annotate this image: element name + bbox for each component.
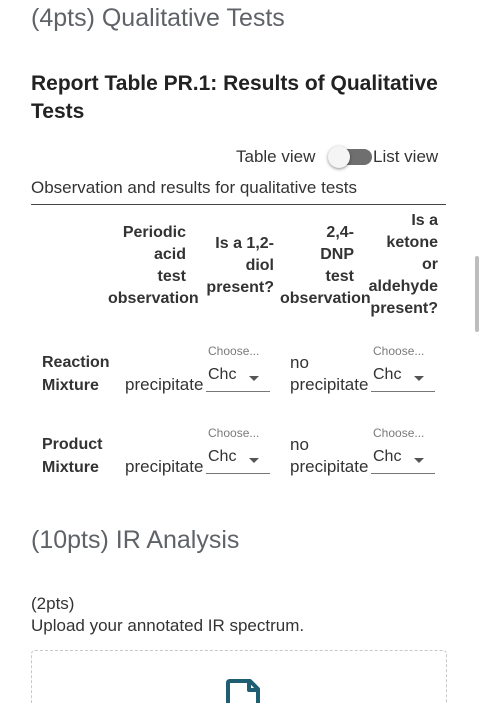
view-toggle-switch[interactable] <box>328 145 372 169</box>
header-text: test <box>325 268 354 285</box>
file-upload-icon <box>224 679 264 703</box>
select-label: Choose... <box>373 426 425 440</box>
row-header-product-mixture: Product Mixture <box>42 433 102 479</box>
cell-text: no <box>290 353 309 372</box>
caption-divider <box>31 204 446 205</box>
header-text: aldehyde <box>368 278 438 295</box>
reaction-dnp-observation: no precipitate <box>290 352 368 396</box>
row-header-text: Product <box>42 436 103 453</box>
select-label: Choose... <box>373 344 425 358</box>
chevron-down-icon <box>249 458 259 463</box>
header-text: observation <box>108 290 199 307</box>
product-dnp-observation: no precipitate <box>290 434 368 478</box>
select-value: Chc <box>208 366 237 383</box>
header-text: acid <box>153 246 186 263</box>
row-header-text: Mixture <box>42 377 99 394</box>
header-periodic-acid-test: Periodic acid test observation <box>108 222 199 310</box>
chevron-down-icon <box>414 458 424 463</box>
header-text: observation <box>280 290 371 307</box>
header-text: Is a <box>411 212 438 229</box>
chevron-down-icon <box>249 376 259 381</box>
header-ketone-aldehyde-present: Is a ketone or aldehyde present? <box>360 210 438 320</box>
header-text: ketone <box>386 234 438 251</box>
section-title-ir-analysis: (10pts) IR Analysis <box>31 526 240 554</box>
ir-points-label: (2pts) <box>31 594 75 613</box>
select-value: Chc <box>373 366 402 383</box>
select-value: Chc <box>373 448 402 465</box>
cell-text: no <box>290 435 309 454</box>
product-carbonyl-select[interactable]: Choose... Chc <box>371 424 435 476</box>
select-label: Choose... <box>208 426 260 440</box>
select-underline <box>371 391 435 392</box>
select-value: Chc <box>208 448 237 465</box>
header-text: DNP <box>320 246 354 263</box>
reaction-periodic-observation: precipitate <box>125 375 204 394</box>
header-text: or <box>422 256 438 273</box>
row-header-reaction-mixture: Reaction Mixture <box>42 351 110 397</box>
header-text: diol <box>245 257 274 274</box>
ir-upload-instruction: Upload your annotated IR spectrum. <box>31 616 305 635</box>
table-scrollbar[interactable] <box>475 256 479 332</box>
file-upload-icon-svg <box>226 679 260 703</box>
cell-text: precipitate <box>290 457 369 476</box>
header-text: 2,4- <box>326 224 354 241</box>
table-view-label[interactable]: Table view <box>236 147 315 167</box>
list-view-label[interactable]: List view <box>373 147 438 167</box>
reaction-carbonyl-select[interactable]: Choose... Chc <box>371 342 435 394</box>
row-header-text: Mixture <box>42 459 99 476</box>
header-text: Periodic <box>122 224 186 241</box>
upload-dropzone[interactable] <box>31 650 447 703</box>
report-table-title: Report Table PR.1: Results of Qualitativ… <box>31 72 438 123</box>
select-underline <box>206 391 270 392</box>
header-text: present? <box>206 279 274 296</box>
product-periodic-observation: precipitate <box>125 457 204 476</box>
reaction-diol-select[interactable]: Choose... Chc <box>206 342 270 394</box>
select-underline <box>206 473 270 474</box>
table-caption: Observation and results for qualitative … <box>31 178 357 197</box>
select-underline <box>371 473 435 474</box>
header-dnp-test: 2,4- DNP test observation <box>280 222 371 310</box>
row-header-text: Reaction <box>42 354 110 371</box>
header-diol-present: Is a 1,2- diol present? <box>196 233 274 299</box>
toggle-knob <box>328 146 350 168</box>
cell-text: precipitate <box>290 375 369 394</box>
select-label: Choose... <box>208 344 260 358</box>
header-text: present? <box>370 300 438 317</box>
header-text: test <box>157 268 186 285</box>
section-title-qualitative: (4pts) Qualitative Tests <box>31 4 285 32</box>
header-text: Is a 1,2- <box>215 235 274 252</box>
product-diol-select[interactable]: Choose... Chc <box>206 424 270 476</box>
chevron-down-icon <box>414 376 424 381</box>
